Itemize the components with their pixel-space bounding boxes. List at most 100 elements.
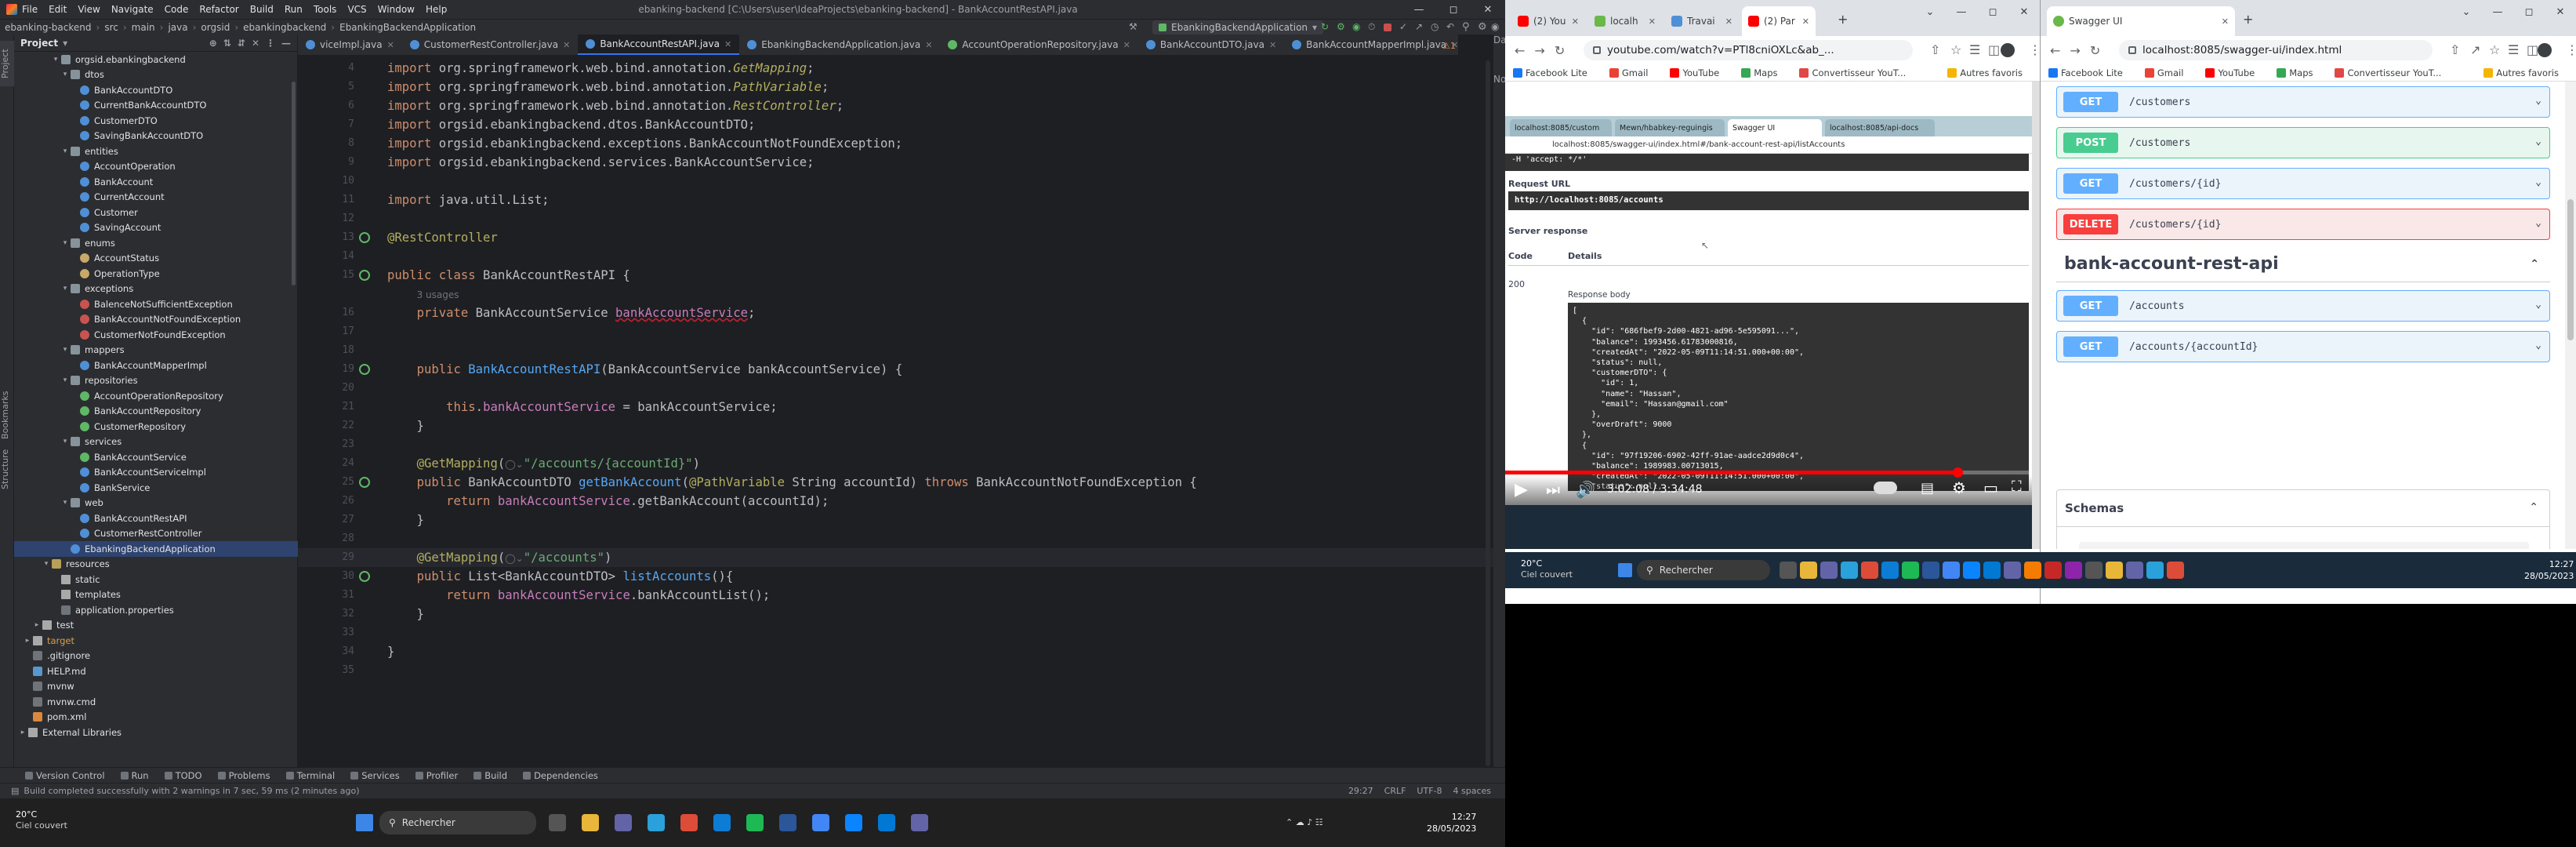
menu-item-code[interactable]: Code: [165, 4, 189, 15]
word-icon[interactable]: [779, 814, 796, 831]
tree-item[interactable]: BankAccountRepository: [14, 404, 298, 420]
star-icon[interactable]: ☆: [1950, 42, 1961, 57]
close-icon[interactable]: ✕: [2008, 0, 2040, 24]
spring-bean-gutter-icon[interactable]: [359, 364, 370, 375]
project-toolwindow-tab[interactable]: Project: [0, 41, 14, 86]
operation-get[interactable]: GET/accounts/{accountId} ⌄: [2056, 331, 2550, 362]
extensions-icon[interactable]: ☰: [2508, 42, 2519, 57]
editor-tab[interactable]: CustomerRestController.java ✕: [402, 35, 579, 55]
browser-tab[interactable]: Travai ✕: [1665, 6, 1739, 36]
word-icon[interactable]: [1922, 562, 1939, 579]
back-icon[interactable]: ←: [1515, 43, 1525, 58]
tree-item[interactable]: mvnw.cmd: [14, 694, 298, 710]
extensions-icon[interactable]: ☰: [1969, 42, 1980, 57]
close-icon[interactable]: ✕: [1471, 0, 1505, 19]
collapse-all-icon[interactable]: ⇅: [223, 38, 231, 49]
scrollbar-thumb[interactable]: [2567, 199, 2574, 340]
menu-item-view[interactable]: View: [78, 4, 100, 15]
next-icon[interactable]: ⏭: [1546, 480, 1560, 499]
status-message[interactable]: Build completed successfully with 2 warn…: [24, 786, 359, 796]
taskbar-clock[interactable]: 12:27 28/05/2023: [2524, 558, 2574, 582]
tree-item[interactable]: EbankingBackendApplication: [14, 541, 298, 557]
breadcrumb-item[interactable]: ebanking-backend: [5, 22, 92, 33]
tree-item[interactable]: BankAccount: [14, 174, 298, 190]
expand-arrow-icon[interactable]: ▾: [52, 56, 60, 64]
tree-item[interactable]: HELP.md: [14, 663, 298, 679]
maximize-icon[interactable]: ◻: [1977, 0, 2008, 24]
tab-search-icon[interactable]: ⌄: [2451, 0, 2482, 24]
url-field[interactable]: localhost:8085/swagger-ui/index.html: [2119, 40, 2433, 60]
tree-item[interactable]: ▸ test: [14, 618, 298, 634]
database-toolwindow-tab[interactable]: Database: [1493, 35, 1505, 74]
swagger-scrollbar[interactable]: [2565, 82, 2576, 549]
tree-item[interactable]: ▸ External Libraries: [14, 725, 298, 740]
chrome-icon[interactable]: [1861, 562, 1878, 579]
bookmark-item[interactable]: Facebook Lite: [2048, 67, 2134, 78]
spring-bean-gutter-icon[interactable]: [359, 477, 370, 488]
app-icon[interactable]: [2024, 562, 2041, 579]
tree-item[interactable]: BankAccountMapperImpl: [14, 358, 298, 373]
file-explorer-icon[interactable]: [2106, 562, 2123, 579]
tree-item[interactable]: AccountStatus: [14, 251, 298, 267]
spotify-icon[interactable]: [746, 814, 764, 831]
close-tab-icon[interactable]: ✕: [387, 40, 394, 50]
breadcrumb-item[interactable]: java: [168, 22, 187, 33]
editor-tab[interactable]: BankAccountRestAPI.java ✕: [578, 35, 740, 55]
more-icon[interactable]: ⋮: [266, 38, 275, 49]
editor-tab[interactable]: BankAccountDTO.java ✕: [1138, 35, 1284, 55]
status-item[interactable]: 4 spaces: [1453, 786, 1492, 796]
settings-icon[interactable]: ⚙: [1952, 478, 1966, 497]
update-icon[interactable]: ◉: [1491, 21, 1504, 34]
bookmark-item[interactable]: Autres favoris: [1947, 67, 2034, 78]
windows-start-icon[interactable]: [1618, 563, 1632, 577]
bookmark-item[interactable]: Autres favoris: [2483, 67, 2570, 78]
weather-widget[interactable]: 20°C Ciel couvert: [1521, 558, 1573, 580]
task-view-icon[interactable]: [1780, 562, 1797, 579]
edge-icon[interactable]: [1963, 562, 1980, 579]
tree-item[interactable]: ▾ repositories: [14, 373, 298, 389]
menu-item-refactor[interactable]: Refactor: [199, 4, 238, 15]
video-progress-bar[interactable]: [1505, 467, 2040, 478]
file-explorer-icon[interactable]: [1800, 562, 1817, 579]
menu-icon[interactable]: ⋮: [2029, 42, 2040, 57]
expand-arrow-icon[interactable]: ▾: [61, 71, 69, 78]
toolwindow-dependencies[interactable]: Dependencies: [523, 770, 598, 781]
bookmark-item[interactable]: YouTube: [2205, 67, 2266, 78]
tree-item[interactable]: application.properties: [14, 602, 298, 618]
star-icon[interactable]: ☆: [2489, 42, 2500, 57]
close-icon[interactable]: ✕: [2545, 0, 2576, 24]
browser-tab[interactable]: (2) Par ✕: [1742, 6, 1816, 36]
operation-get[interactable]: GET/customers/{id} ⌄: [2056, 168, 2550, 199]
url-field[interactable]: youtube.com/watch?v=PTl8cniOXLc&ab_...: [1584, 40, 1913, 60]
windows-start-icon[interactable]: [356, 814, 373, 831]
chevron-down-icon[interactable]: ▾: [63, 38, 67, 49]
toolwindow-version-control[interactable]: Version Control: [25, 770, 105, 781]
tree-item[interactable]: ▾ dtos: [14, 67, 298, 83]
close-tab-icon[interactable]: ✕: [724, 39, 731, 49]
notifications-toolwindow-tab[interactable]: Notifications: [1493, 74, 1505, 121]
file-explorer-icon[interactable]: [582, 814, 599, 831]
tree-item[interactable]: CustomerRestController: [14, 526, 298, 542]
minimize-icon[interactable]: —: [1946, 0, 1977, 24]
toolwindow-profiler[interactable]: Profiler: [415, 770, 458, 781]
code-editor[interactable]: 4 import org.springframework.web.bind.ann…: [298, 56, 1493, 767]
telegram-icon[interactable]: [1841, 562, 1858, 579]
project-scrollbar[interactable]: [292, 82, 296, 285]
minimize-icon[interactable]: —: [2482, 0, 2513, 24]
bookmark-item[interactable]: Gmail: [2144, 67, 2195, 78]
expand-arrow-icon[interactable]: ▾: [61, 499, 69, 507]
operation-post[interactable]: POST/customers ⌄: [2056, 127, 2550, 158]
expand-all-icon[interactable]: ⇵: [238, 38, 245, 49]
project-panel-title[interactable]: Project: [20, 38, 58, 49]
profile-avatar[interactable]: [2538, 43, 2552, 57]
task-view-icon[interactable]: [549, 814, 566, 831]
browser-tab[interactable]: Swagger UI ✕: [2047, 6, 2235, 36]
app-icon[interactable]: [2044, 562, 2062, 579]
bookmark-item[interactable]: Convertisseur YouT...: [1799, 67, 1917, 78]
profile-avatar[interactable]: [2001, 43, 2015, 57]
system-tray[interactable]: ⌃ ☁ ♪ ☷: [1286, 817, 1323, 827]
telegram-icon[interactable]: [648, 814, 665, 831]
close-tab-icon[interactable]: ✕: [1802, 16, 1809, 27]
tree-item[interactable]: OperationType: [14, 266, 298, 282]
edge-icon[interactable]: [845, 814, 862, 831]
